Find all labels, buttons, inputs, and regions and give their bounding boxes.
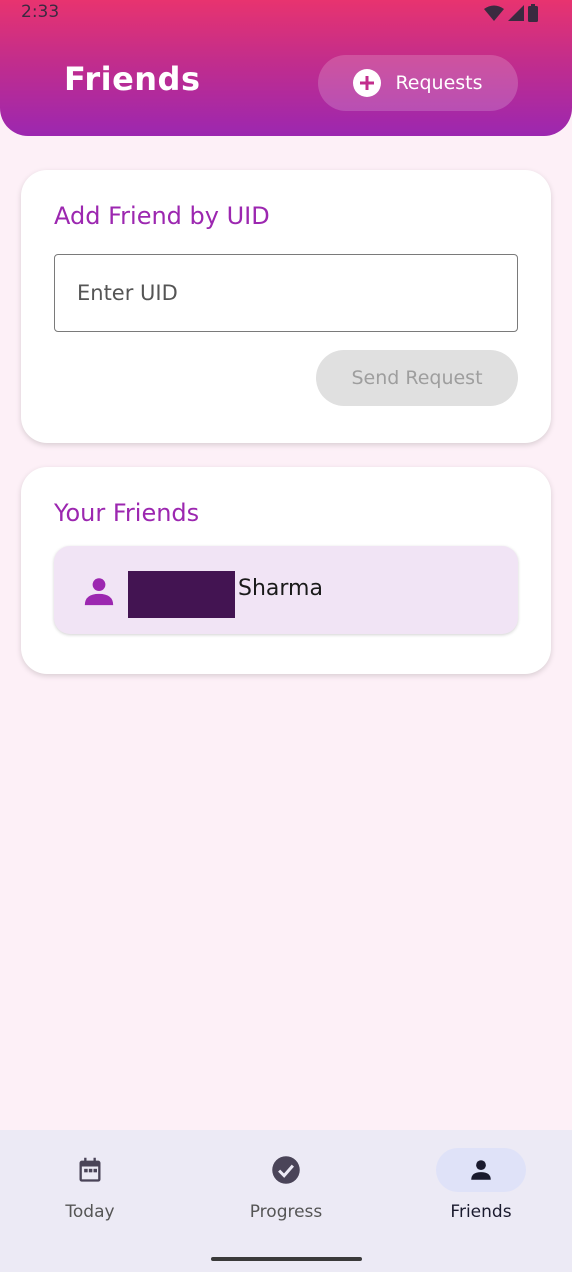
nav-label-today: Today bbox=[65, 1202, 115, 1222]
status-icons bbox=[484, 4, 538, 22]
add-friend-card: Add Friend by UID Send Request bbox=[21, 170, 551, 443]
battery-icon bbox=[528, 4, 538, 22]
nav-item-friends[interactable]: Friends bbox=[411, 1148, 551, 1238]
add-circle-icon bbox=[353, 69, 382, 97]
send-request-button[interactable]: Send Request bbox=[316, 350, 518, 406]
requests-button[interactable]: Requests bbox=[318, 55, 518, 111]
calendar-icon bbox=[79, 1157, 101, 1182]
page-title: Friends bbox=[64, 60, 201, 98]
status-time: 2:33 bbox=[21, 2, 60, 22]
person-icon bbox=[84, 578, 114, 606]
uid-input[interactable] bbox=[54, 254, 518, 332]
wifi-icon bbox=[484, 5, 504, 21]
friends-card: Your Friends Sharma bbox=[21, 467, 551, 674]
requests-label: Requests bbox=[395, 72, 483, 94]
friend-name: Sharma bbox=[238, 576, 323, 601]
signal-icon bbox=[508, 5, 524, 21]
friends-title: Your Friends bbox=[54, 499, 200, 527]
friend-list-item[interactable]: Sharma bbox=[54, 546, 518, 634]
nav-item-progress[interactable]: Progress bbox=[216, 1148, 356, 1238]
bottom-navigation: Today Progress Friends bbox=[0, 1130, 572, 1272]
gesture-handle[interactable] bbox=[211, 1257, 362, 1261]
nav-label-friends: Friends bbox=[450, 1202, 512, 1222]
app-header: 2:33 Friends Requests bbox=[0, 0, 572, 136]
check-circle-icon bbox=[272, 1156, 300, 1184]
person-icon bbox=[471, 1160, 491, 1180]
nav-item-today[interactable]: Today bbox=[20, 1148, 160, 1238]
redacted-name-block bbox=[128, 571, 235, 618]
nav-label-progress: Progress bbox=[249, 1202, 323, 1222]
nav-active-indicator bbox=[436, 1148, 526, 1192]
add-friend-title: Add Friend by UID bbox=[54, 202, 270, 230]
